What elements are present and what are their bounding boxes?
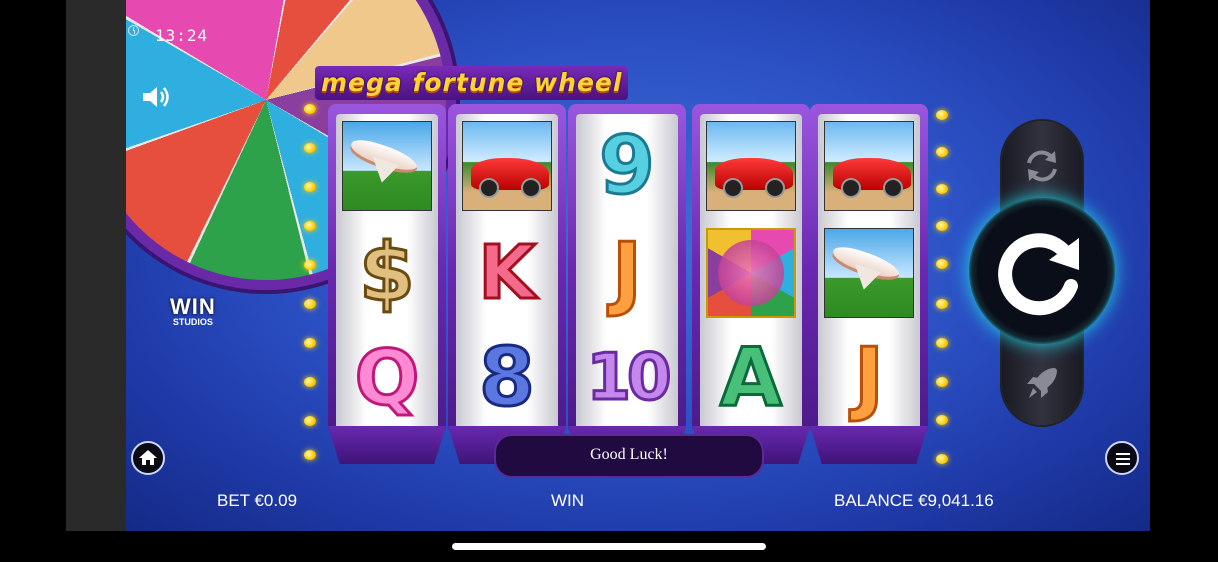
symbol-j: J [611,226,644,319]
home-button[interactable] [131,441,165,475]
bulb [936,377,948,387]
autoplay-icon[interactable] [1021,145,1063,187]
balance-display: BALANCE €9,041.16 [834,491,994,510]
home-icon [139,450,157,465]
bulb [304,416,316,426]
bulb [304,450,316,460]
symbol-a: A [719,331,784,424]
bulb [304,299,316,309]
symbol-car [822,117,916,215]
logo-main: WIN [170,294,216,319]
menu-button[interactable] [1105,441,1139,475]
symbol-jet [822,224,916,322]
message-text: Good Luck! [590,446,668,463]
reel-1-base [328,426,446,464]
bulb [304,260,316,270]
symbol-10: 10 [585,341,673,415]
symbol-8: 8 [478,331,537,424]
reel-1: $ Q [328,104,446,434]
reel-5-base [810,426,928,464]
symbol-car [704,117,798,215]
win-display: WIN [551,491,585,510]
bulb [936,415,948,425]
bulb [304,338,316,348]
bulb [304,143,316,153]
game-title: mega fortune wheel [315,66,629,100]
symbol-k: K [477,230,537,316]
reel-3: 9 J 10 [568,104,686,434]
symbol-dollar: $ [358,226,417,319]
reel-4: A [692,104,810,434]
bulb [304,377,316,387]
bulb [936,221,948,231]
bulb [936,110,948,120]
symbol-9: 9 [598,119,657,212]
home-indicator[interactable] [452,543,766,550]
symbol-car [460,117,554,215]
symbol-jet [340,117,434,215]
bet-display[interactable]: BET €0.09 [217,491,297,511]
bulb [936,147,948,157]
reel-2: K 8 [448,104,566,434]
bulb [936,454,948,464]
symbol-q: Q [353,333,421,422]
spin-button[interactable] [969,198,1115,344]
bulb [304,104,316,114]
reel-5: J [810,104,928,434]
bulb [304,221,316,231]
bulb [936,259,948,269]
bulb [304,182,316,192]
left-system-bar [66,0,126,531]
logo-sub: STUDIOS [172,317,213,327]
symbol-bonus-wheel [704,224,798,322]
turbo-icon[interactable] [1021,362,1063,404]
bulb [936,338,948,348]
bulb [936,184,948,194]
reels-area: $ Q K 8 9 J 10 A J [328,104,930,464]
clock-icon [128,25,139,36]
menu-icon [1116,453,1130,455]
win-studios-logo: WIN STUDIOS [170,296,216,327]
status-time: 13:24 [155,26,209,45]
message-bar: Good Luck! [494,434,764,478]
symbol-j: J [853,331,886,424]
spin-icon [998,233,1079,316]
bulb [936,299,948,309]
speaker-icon[interactable] [141,84,171,110]
